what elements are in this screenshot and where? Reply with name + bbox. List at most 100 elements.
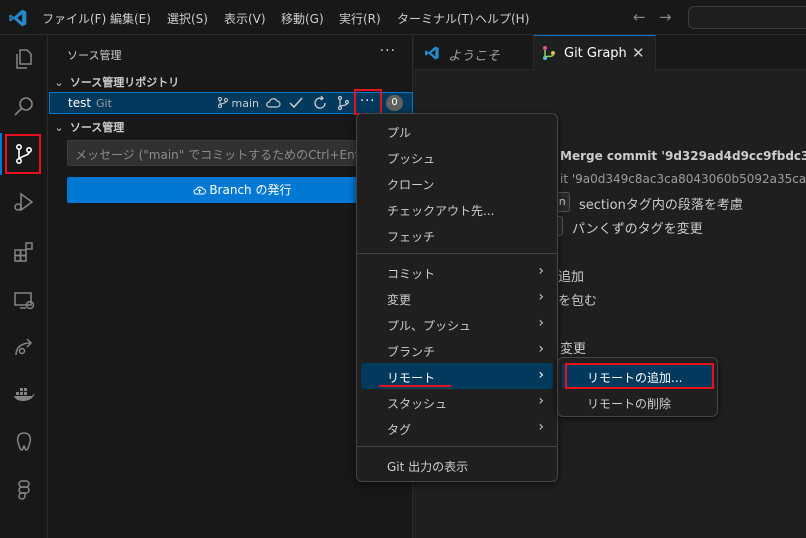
submenu-item-remove-remote[interactable]: リモートの削除	[562, 390, 713, 414]
tab-git-graph[interactable]: Git Graph ✕	[534, 35, 656, 71]
menu-item-label: プル	[387, 126, 412, 140]
run-debug-icon[interactable]	[12, 190, 36, 214]
menu-file[interactable]: ファイル(F)	[42, 10, 106, 27]
postgres-icon[interactable]	[12, 430, 36, 454]
live-share-icon[interactable]	[12, 335, 36, 359]
commit-message-row[interactable]: it '9a0d349c8ac3ca8043060b5092a35cab1e	[560, 172, 806, 186]
menu-item-label: プル、プッシュ	[387, 319, 472, 333]
chevron-right-icon: ›	[538, 315, 544, 331]
menu-separator	[357, 446, 557, 447]
activity-bar	[0, 35, 48, 538]
menu-item-branch[interactable]: ブランチ ›	[361, 337, 553, 363]
commit-message-row[interactable]: sectionタグ内の段落を考慮	[579, 194, 743, 213]
menu-view[interactable]: 表示(V)	[224, 10, 266, 27]
explorer-icon[interactable]	[12, 47, 36, 71]
menu-item-changes[interactable]: 変更 ›	[361, 285, 553, 311]
sidebar-title: ソース管理	[67, 49, 122, 62]
branch-name: main	[231, 97, 259, 110]
extensions-icon[interactable]	[12, 240, 36, 264]
menu-selection[interactable]: 選択(S)	[167, 10, 208, 27]
menu-item-push[interactable]: プッシュ	[361, 144, 553, 170]
editor-tabs: ようこそ Git Graph ✕	[414, 35, 806, 71]
repositories-section-header[interactable]: ⌄ ソース管理リポジトリ	[52, 74, 179, 90]
source-control-highlight	[5, 134, 41, 174]
menu-item-pull-push[interactable]: プル、プッシュ ›	[361, 311, 553, 337]
branch-indicator[interactable]: main	[218, 97, 259, 110]
repositories-section-label: ソース管理リポジトリ	[69, 76, 180, 89]
menu-terminal[interactable]: ターミナル(T)	[397, 10, 474, 27]
repo-actions-menu: プル プッシュ クローン チェックアウト先... フェッチ コミット › 変更 › …	[356, 113, 558, 482]
repository-row[interactable]: test Git main ··· 0	[49, 89, 413, 115]
menu-item-stash[interactable]: スタッシュ ›	[361, 389, 553, 415]
menu-item-label: フェッチ	[387, 230, 436, 244]
tab-welcome[interactable]: ようこそ	[414, 35, 534, 70]
close-icon[interactable]: ✕	[632, 44, 645, 62]
menu-item-show-git-output[interactable]: Git 出力の表示	[361, 452, 553, 478]
menu-item-label: Git 出力の表示	[387, 460, 469, 474]
command-center-search[interactable]	[688, 6, 806, 29]
remote-underline-highlight	[379, 385, 451, 387]
chevron-right-icon: ›	[538, 263, 544, 279]
menu-item-label: プッシュ	[387, 152, 436, 166]
back-arrow-icon[interactable]: ←	[633, 8, 646, 26]
title-bar: ファイル(F) 編集(E) 選択(S) 表示(V) 移動(G) 実行(R) ター…	[0, 0, 806, 35]
menu-item-pull[interactable]: プル	[361, 118, 553, 144]
figma-icon[interactable]	[12, 478, 36, 502]
menu-separator	[357, 253, 557, 254]
vscode-logo-icon[interactable]	[8, 8, 28, 28]
chevron-right-icon: ›	[538, 419, 544, 435]
menu-item-label: クローン	[387, 178, 435, 192]
menu-item-label: タグ	[387, 423, 412, 437]
chevron-right-icon: ›	[538, 289, 544, 305]
chevron-down-icon: ⌄	[54, 76, 64, 89]
commit-message-row[interactable]: 追加	[558, 266, 584, 285]
cloud-upload-icon	[193, 186, 206, 195]
forward-arrow-icon[interactable]: →	[659, 8, 672, 26]
refresh-icon[interactable]	[312, 95, 328, 111]
menu-edit[interactable]: 編集(E)	[110, 10, 151, 27]
chevron-right-icon: ›	[538, 393, 544, 409]
menu-go[interactable]: 移動(G)	[281, 10, 324, 27]
menu-item-remote[interactable]: リモート ›	[361, 363, 553, 389]
commit-message-row[interactable]: を包む	[558, 290, 597, 309]
scm-section-header[interactable]: ⌄ ソース管理	[52, 119, 124, 135]
sidebar-more-button[interactable]: ···	[380, 43, 396, 59]
add-remote-highlight	[565, 363, 714, 389]
chevron-right-icon: ›	[538, 341, 544, 357]
menu-item-commit[interactable]: コミット ›	[361, 259, 553, 285]
menu-item-label: チェックアウト先...	[387, 204, 495, 218]
branch-icon	[218, 97, 228, 108]
chevron-right-icon: ›	[538, 367, 544, 383]
scm-section-label: ソース管理	[69, 121, 125, 134]
search-icon[interactable]	[12, 95, 36, 119]
git-graph-tab-icon	[543, 46, 555, 60]
tab-git-graph-label: Git Graph	[564, 46, 627, 61]
menu-item-checkout[interactable]: チェックアウト先...	[361, 196, 553, 222]
commit-message-row[interactable]: パンくずのタグを変更	[572, 218, 703, 237]
commit-message-row[interactable]: 変更	[560, 338, 586, 357]
chevron-down-icon: ⌄	[54, 121, 64, 134]
repo-kind: Git	[96, 97, 112, 110]
menu-item-label: コミット	[387, 267, 436, 281]
repo-more-actions-button[interactable]: ···	[360, 94, 375, 109]
vscode-logo-icon	[425, 46, 439, 60]
tab-welcome-label: ようこそ	[448, 49, 501, 64]
menu-run[interactable]: 実行(R)	[339, 10, 381, 27]
repo-name: test	[68, 96, 92, 110]
menu-item-clone[interactable]: クローン	[361, 170, 553, 196]
commit-check-icon[interactable]	[288, 95, 304, 111]
menu-item-fetch[interactable]: フェッチ	[361, 222, 553, 248]
menu-item-label: 変更	[387, 293, 412, 307]
git-graph-icon[interactable]	[336, 95, 352, 111]
menu-item-label: リモート	[387, 371, 436, 385]
remote-explorer-icon[interactable]	[12, 288, 36, 312]
menu-item-label: スタッシュ	[387, 397, 448, 411]
sync-cloud-icon[interactable]	[265, 95, 281, 111]
menu-item-tags[interactable]: タグ ›	[361, 415, 553, 441]
menu-item-label: ブランチ	[387, 345, 436, 359]
commit-message-row[interactable]: Merge commit '9d329ad4d9cc9fbdc3363	[560, 149, 806, 163]
docker-icon[interactable]	[12, 382, 36, 406]
menu-help[interactable]: ヘルプ(H)	[475, 10, 529, 27]
changes-count-badge: 0	[386, 95, 403, 111]
publish-branch-label: Branch の発行	[209, 183, 292, 197]
